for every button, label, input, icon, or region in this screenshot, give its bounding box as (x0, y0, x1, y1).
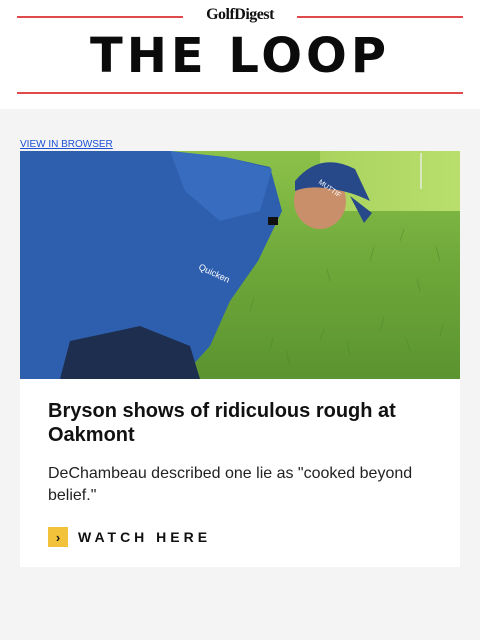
header-rule-left (17, 16, 183, 18)
view-in-browser-link[interactable]: VIEW IN BROWSER (20, 139, 113, 150)
golfer-in-rough-image: MUTTIF Quicken (20, 151, 460, 379)
golf-digest-logo[interactable]: GolfDigest (183, 6, 297, 24)
article-description: DeChambeau described one lie as "cooked … (48, 465, 413, 504)
watch-here-label: WATCH HERE (78, 529, 212, 545)
header-rule-bottom (17, 92, 463, 94)
article-hero-image[interactable]: MUTTIF Quicken (20, 151, 460, 379)
the-loop-masthead[interactable]: THE LOOP (0, 28, 480, 84)
article-title[interactable]: Bryson shows of ridiculous rough at Oakm… (48, 399, 438, 447)
header-rule-right (297, 16, 463, 18)
watch-here-link[interactable]: › WATCH HERE (48, 527, 211, 547)
chevron-right-icon: › (48, 527, 68, 547)
email-header: GolfDigest THE LOOP (0, 0, 480, 109)
article-card: MUTTIF Quicken Bryson shows of ridiculou… (20, 151, 460, 567)
